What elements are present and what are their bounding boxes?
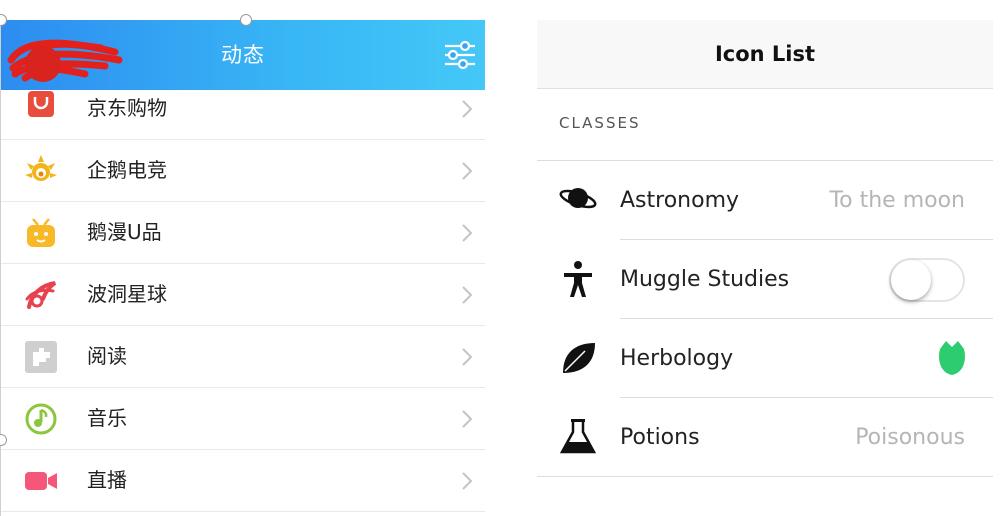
flask-icon: [559, 419, 597, 454]
page-title: Icon List: [714, 42, 816, 66]
menu-item-label: 音乐: [87, 406, 127, 430]
section-header: CLASSES: [559, 114, 641, 132]
music-note-icon: [25, 403, 57, 435]
planet-icon: [559, 188, 597, 209]
video-camera-icon: [25, 472, 57, 490]
planet-swirl-icon: [25, 281, 57, 309]
menu-item-label: 波洞星球: [87, 282, 167, 306]
menu-item-music[interactable]: 音乐: [1, 387, 485, 450]
sliders-settings-icon[interactable]: [443, 40, 477, 70]
chevron-right-icon: [462, 286, 473, 304]
shopping-bag-icon: [28, 91, 54, 117]
muggle-studies-toggle[interactable]: [889, 258, 965, 302]
list-item-detail: To the moon: [829, 188, 965, 213]
chevron-right-icon: [462, 472, 473, 490]
chevron-right-icon: [462, 348, 473, 366]
navigation-bar: Icon List: [537, 20, 993, 89]
tv-mascot-icon: [27, 218, 55, 247]
left-app-panel: 动态 京东购物 企鹅电竞 鹅漫U品 波洞星球 阅读 音乐 直播: [0, 20, 485, 516]
menu-item-bodong-planet[interactable]: 波洞星球: [1, 263, 485, 326]
toggle-knob: [891, 260, 931, 300]
menu-item-penguin-esports[interactable]: 企鹅电竞: [1, 139, 485, 202]
icon-list-panel: Icon List CLASSES Astronomy To the moon …: [537, 20, 993, 516]
resize-handle-top[interactable]: [240, 14, 252, 26]
rose-icon: [939, 341, 965, 375]
menu-item-label: 阅读: [87, 344, 127, 368]
divider: [537, 476, 993, 477]
person-icon: [564, 261, 592, 297]
list-item-astronomy[interactable]: Astronomy To the moon: [537, 161, 993, 240]
list-item-potions[interactable]: Potions Poisonous: [537, 398, 993, 477]
list-item-herbology[interactable]: Herbology: [537, 319, 993, 398]
list-item-label: Potions: [620, 425, 700, 450]
menu-item-label: 企鹅电竞: [87, 158, 167, 182]
menu-item-label: 京东购物: [87, 96, 167, 120]
chevron-right-icon: [462, 100, 473, 118]
penguin-esports-icon: [25, 155, 57, 181]
menu-item-label: 鹅漫U品: [87, 220, 162, 244]
leaf-icon: [563, 343, 595, 373]
list-item-label: Astronomy: [620, 188, 740, 213]
menu-item-jd-shopping[interactable]: 京东购物: [1, 77, 485, 140]
puzzle-icon: [25, 341, 57, 373]
list-item-detail: Poisonous: [855, 425, 965, 450]
menu-item-goose-comics[interactable]: 鹅漫U品: [1, 201, 485, 264]
menu-item-reading[interactable]: 阅读: [1, 325, 485, 388]
chevron-right-icon: [462, 410, 473, 428]
list-item-label: Herbology: [620, 346, 734, 371]
menu-item-live-stream[interactable]: 直播: [1, 449, 485, 512]
chevron-right-icon: [462, 224, 473, 242]
list-item-label: Muggle Studies: [620, 267, 790, 292]
list-item-muggle-studies[interactable]: Muggle Studies: [537, 240, 993, 319]
menu-item-label: 直播: [87, 468, 127, 492]
chevron-right-icon: [462, 162, 473, 180]
